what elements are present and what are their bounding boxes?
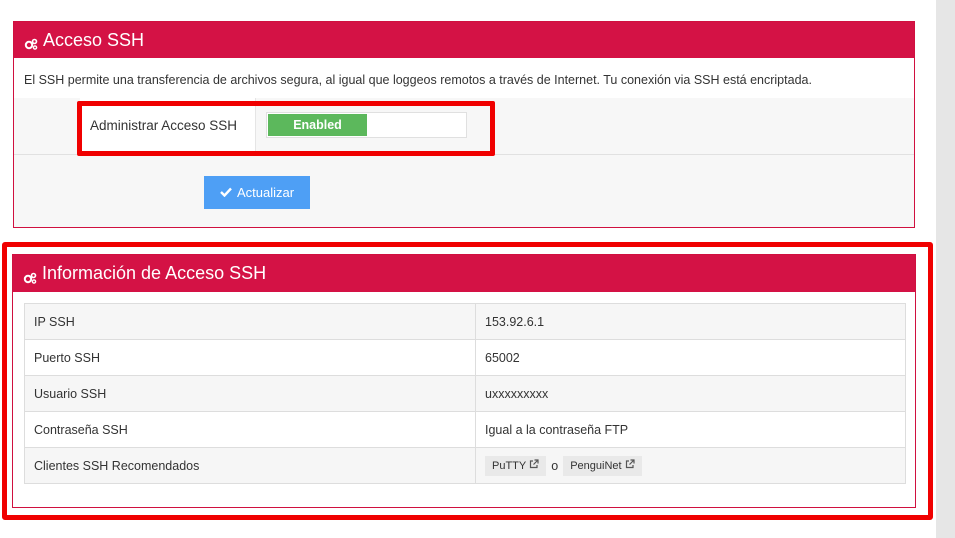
highlight-box-info [2, 242, 933, 520]
ssh-access-header: Acceso SSH [14, 22, 914, 58]
highlight-box-toggle [77, 101, 495, 156]
ssh-description: El SSH permite una transferencia de arch… [24, 73, 812, 87]
update-button[interactable]: Actualizar [204, 176, 310, 209]
check-icon [220, 185, 232, 200]
panel-title: Acceso SSH [43, 29, 145, 50]
update-button-label: Actualizar [236, 185, 295, 200]
scrollbar-track[interactable] [936, 0, 955, 538]
cogs-icon [24, 34, 38, 50]
